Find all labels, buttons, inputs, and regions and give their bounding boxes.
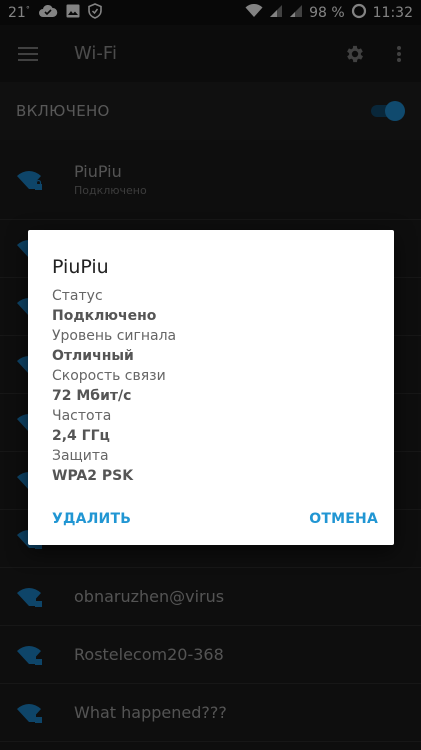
security-label: Защита [52, 448, 109, 464]
status-label: Статус [52, 288, 103, 304]
frequency-label: Частота [52, 408, 112, 424]
dialog-title: PiuPiu [52, 256, 109, 278]
link-speed-value: 72 Мбит/с [52, 388, 132, 404]
link-speed-label: Скорость связи [52, 368, 166, 384]
signal-strength-label: Уровень сигнала [52, 328, 177, 344]
forget-network-button[interactable]: УДАЛИТЬ [52, 511, 131, 527]
status-value: Подключено [52, 308, 157, 324]
network-details-dialog: PiuPiu Статус Подключено Уровень сигнала… [28, 230, 394, 545]
cancel-button[interactable]: ОТМЕНА [309, 511, 378, 527]
security-value: WPA2 PSK [52, 468, 134, 484]
signal-strength-value: Отличный [52, 348, 134, 364]
frequency-value: 2,4 ГГц [52, 428, 110, 444]
